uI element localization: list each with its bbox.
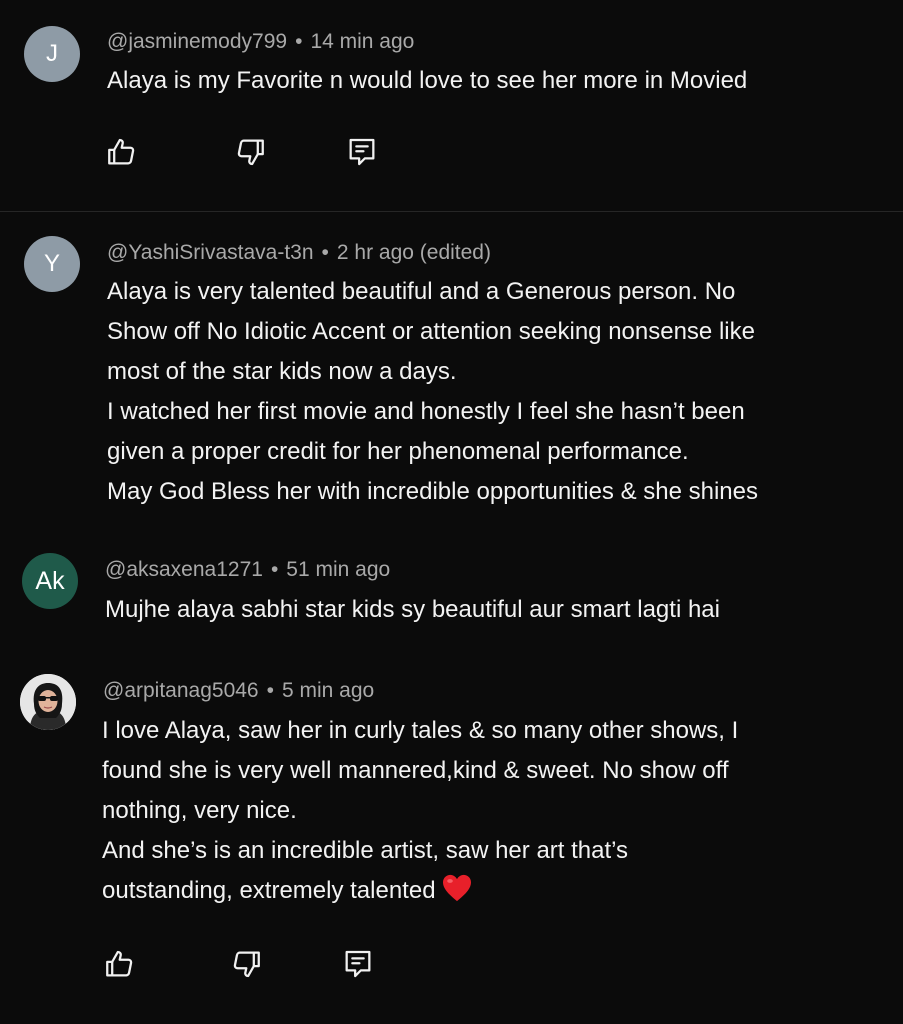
like-button[interactable]: [100, 944, 140, 984]
comment-line: Show off No Idiotic Accent or attention …: [107, 318, 755, 345]
reply-button[interactable]: [342, 132, 382, 172]
meta-separator: •: [270, 558, 279, 581]
comment-meta: @YashiSrivastava-t3n • 2 hr ago (edited): [107, 241, 491, 265]
reply-button[interactable]: [338, 944, 378, 984]
thumbs-up-icon: [108, 138, 135, 165]
comment-time[interactable]: 2 hr ago (edited): [337, 241, 491, 264]
avatar[interactable]: J: [24, 26, 80, 82]
comment-text: I love Alaya, saw her in curly tales & s…: [102, 711, 738, 911]
comment-text: Alaya is very talented beautiful and a G…: [107, 272, 758, 512]
comment-author[interactable]: @YashiSrivastava-t3n: [107, 241, 314, 264]
like-button[interactable]: [102, 132, 142, 172]
comment-line: most of the star kids now a days.: [107, 358, 457, 385]
reply-icon: [349, 138, 375, 166]
comment-text: Mujhe alaya sabhi star kids sy beautiful…: [105, 590, 720, 630]
avatar-letter: J: [46, 40, 58, 67]
comment-line: given a proper credit for her phenomenal…: [107, 438, 689, 465]
comment-meta: @arpitanag5046 • 5 min ago: [103, 679, 374, 703]
comment-line: Alaya is my Favorite n would love to see…: [107, 67, 748, 94]
dislike-button[interactable]: [230, 132, 270, 172]
comment-line: found she is very well mannered,kind & s…: [102, 757, 729, 784]
comment-line: Mujhe alaya sabhi star kids sy beautiful…: [105, 596, 720, 623]
meta-separator: •: [295, 30, 303, 53]
comment-author[interactable]: @aksaxena1271: [105, 558, 263, 581]
comment-line: Alaya is very talented beautiful and a G…: [107, 278, 736, 305]
comment-line: outstanding, extremely talented: [102, 877, 436, 904]
meta-separator: •: [266, 679, 274, 702]
comment-meta: @jasminemody799 • 14 min ago: [107, 30, 414, 54]
thumbs-down-icon: [233, 951, 260, 978]
comment-line: May God Bless her with incredible opport…: [107, 478, 758, 505]
comment-time[interactable]: 51 min ago: [286, 558, 390, 581]
comment-author[interactable]: @jasminemody799: [107, 30, 287, 53]
red-heart-emoji: [442, 874, 471, 902]
thumbs-down-icon: [237, 139, 264, 166]
avatar-letter: Y: [43, 250, 60, 277]
thumbs-up-icon: [106, 950, 133, 977]
comment-text: Alaya is my Favorite n would love to see…: [107, 61, 747, 101]
reply-icon: [345, 950, 371, 978]
comment-meta: @aksaxena1271 • 51 min ago: [105, 558, 390, 582]
comment-line: And she’s is an incredible artist, saw h…: [102, 837, 629, 864]
profile-photo-icon: [20, 674, 76, 730]
comment-author[interactable]: @arpitanag5046: [103, 679, 259, 702]
avatar[interactable]: [20, 674, 76, 730]
comment-divider: [0, 211, 903, 212]
comment-last-line: outstanding, extremely talented: [102, 871, 738, 911]
comment-actions: [102, 132, 402, 172]
dislike-button[interactable]: [226, 944, 266, 984]
avatar-letter: Ak: [35, 566, 65, 595]
avatar[interactable]: Ak: [22, 553, 78, 609]
comment-time[interactable]: 5 min ago: [282, 679, 374, 702]
comment-line: nothing, very nice.: [102, 797, 297, 824]
comment-line: I watched her first movie and honestly I…: [107, 398, 745, 425]
meta-separator: •: [321, 241, 329, 264]
comment-time[interactable]: 14 min ago: [310, 30, 414, 53]
comment-actions: [100, 944, 400, 984]
avatar[interactable]: Y: [24, 236, 80, 292]
comment-line: I love Alaya, saw her in curly tales & s…: [102, 717, 739, 744]
